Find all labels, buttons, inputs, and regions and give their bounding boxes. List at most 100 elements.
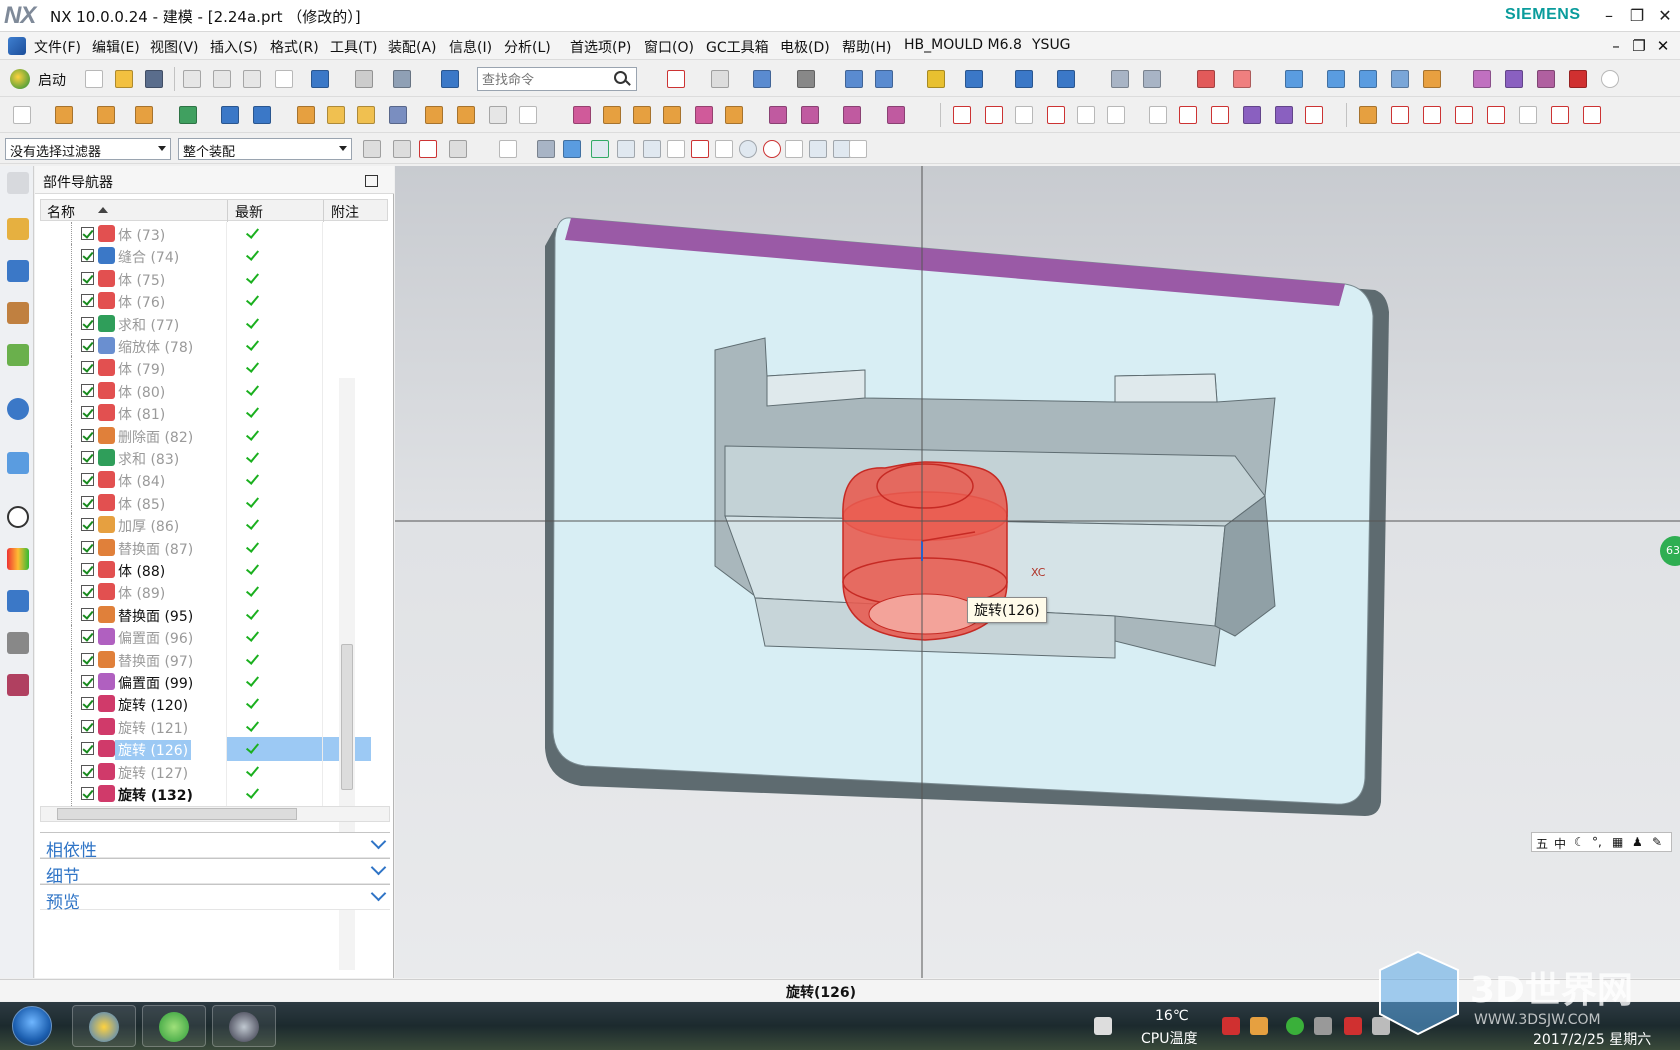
thicken-feature-icon[interactable] — [630, 103, 654, 127]
background-icon[interactable] — [794, 67, 818, 91]
tree-row[interactable]: 缝合 (74) — [40, 244, 371, 269]
line-icon[interactable] — [950, 103, 974, 127]
tree-row[interactable]: 体 (80) — [40, 378, 371, 403]
snap-enable-icon[interactable] — [588, 137, 612, 161]
revolve-feature-icon[interactable] — [94, 103, 118, 127]
mirror-icon[interactable] — [386, 103, 410, 127]
constraint-navigator-icon[interactable] — [7, 260, 29, 282]
minimize-button[interactable]: – — [1596, 4, 1622, 28]
tree-row[interactable]: 求和 (83) — [40, 446, 371, 470]
save-icon[interactable] — [142, 67, 166, 91]
assembly-navigator-icon[interactable] — [7, 218, 29, 240]
grid-surface-icon[interactable] — [1324, 67, 1348, 91]
visibility-checkbox[interactable] — [81, 316, 94, 330]
visibility-checkbox[interactable] — [81, 607, 94, 621]
snap-center-icon[interactable] — [736, 137, 760, 161]
ime-punctuation[interactable]: °, — [1592, 835, 1602, 849]
web-browser-icon[interactable] — [7, 398, 29, 420]
fit-view-icon[interactable] — [664, 67, 688, 91]
rectangle-select-icon[interactable] — [496, 137, 520, 161]
section-view-icon[interactable] — [842, 67, 866, 91]
red-cube-icon[interactable] — [1566, 67, 1590, 91]
split-icon[interactable] — [692, 103, 716, 127]
tree-row[interactable]: 体 (85) — [40, 490, 371, 515]
snap-control-icon[interactable] — [664, 137, 688, 161]
curvature-icon[interactable] — [1580, 103, 1604, 127]
snap-on-curve-icon[interactable] — [806, 137, 830, 161]
block-icon[interactable] — [422, 103, 446, 127]
filter-reset-icon[interactable] — [360, 137, 384, 161]
orient-view-icon[interactable] — [708, 67, 732, 91]
fillet-curve-icon[interactable] — [1484, 103, 1508, 127]
snap-perpendicular-icon[interactable] — [712, 137, 736, 161]
tree-row[interactable]: 旋转 (126) — [40, 737, 371, 762]
tree-row[interactable]: 体 (81) — [40, 401, 371, 426]
draft-icon[interactable] — [354, 103, 378, 127]
menu-insert[interactable]: 插入(S) — [210, 37, 258, 57]
transform-icon[interactable] — [1388, 67, 1412, 91]
curve-mesh-icon[interactable] — [1240, 103, 1264, 127]
doc-minimize-button[interactable]: – — [1605, 35, 1627, 57]
book-icon[interactable] — [218, 103, 242, 127]
command-search-input[interactable] — [477, 67, 637, 91]
visibility-checkbox[interactable] — [81, 518, 94, 532]
visibility-checkbox[interactable] — [81, 473, 94, 487]
curve-length-icon[interactable] — [1452, 103, 1476, 127]
open-folder-icon[interactable] — [112, 67, 136, 91]
column-comment[interactable]: 附注 — [331, 202, 359, 222]
tree-row[interactable]: 偏置面 (99) — [40, 670, 371, 694]
menu-assembly[interactable]: 装配(A) — [388, 37, 437, 57]
tree-row[interactable]: 体 (89) — [40, 580, 371, 605]
selection-filter-select[interactable]: 没有选择过滤器 — [5, 138, 171, 160]
tree-row[interactable]: 偏置面 (96) — [40, 625, 371, 650]
paste-icon[interactable] — [240, 67, 264, 91]
menu-gc-toolbox[interactable]: GC工具箱 — [706, 37, 769, 57]
snap-bounded-icon[interactable] — [846, 137, 870, 161]
visibility-checkbox[interactable] — [81, 764, 94, 778]
select-solid-icon[interactable] — [534, 137, 558, 161]
sphere-icon[interactable] — [516, 103, 540, 127]
tree-row[interactable]: 旋转 (121) — [40, 714, 371, 739]
visibility-checkbox[interactable] — [81, 361, 94, 375]
palette-icon[interactable] — [7, 548, 29, 570]
part-navigator-icon[interactable] — [7, 302, 29, 324]
mesh-surface-icon[interactable] — [1356, 67, 1380, 91]
visibility-checkbox[interactable] — [81, 451, 94, 464]
intersect-curve-icon[interactable] — [1272, 103, 1296, 127]
visibility-checkbox[interactable] — [81, 540, 94, 554]
menu-help[interactable]: 帮助(H) — [842, 37, 891, 57]
reuse-library-icon[interactable] — [7, 344, 29, 366]
dimension-icon[interactable] — [1012, 67, 1036, 91]
redo-icon[interactable] — [352, 67, 376, 91]
mold-block-icon[interactable] — [1108, 67, 1132, 91]
circle-icon[interactable] — [1598, 67, 1622, 91]
doc-restore-button[interactable]: ❐ — [1628, 35, 1650, 57]
delete-face-feature-icon[interactable] — [766, 103, 790, 127]
security-icon[interactable] — [1344, 1017, 1362, 1035]
visibility-checkbox[interactable] — [81, 249, 94, 263]
volume-icon[interactable] — [1222, 1017, 1240, 1035]
visibility-checkbox[interactable] — [81, 630, 94, 644]
patch-icon[interactable] — [722, 103, 746, 127]
section-details[interactable]: 细节 — [40, 858, 390, 887]
taskbar-nx-app[interactable] — [72, 1005, 136, 1047]
arc-icon[interactable] — [982, 103, 1006, 127]
text-icon[interactable] — [1074, 103, 1098, 127]
ime-settings[interactable]: ✎ — [1652, 835, 1662, 849]
replace-feature-icon[interactable] — [600, 103, 624, 127]
box-icon[interactable] — [1502, 67, 1526, 91]
network-icon[interactable] — [1314, 1017, 1332, 1035]
shell-icon[interactable] — [250, 103, 274, 127]
bridge-curve-icon[interactable] — [1176, 103, 1200, 127]
system-materials-icon[interactable] — [7, 674, 29, 696]
add-tray-icon[interactable] — [1286, 1017, 1304, 1035]
undo-icon[interactable] — [308, 67, 332, 91]
windows-start-icon[interactable] — [12, 1006, 52, 1046]
datum-plane-icon[interactable] — [132, 103, 156, 127]
tree-row[interactable]: 替换面 (87) — [40, 535, 371, 560]
electrode-icon[interactable] — [1194, 67, 1218, 91]
sketch-icon[interactable] — [10, 103, 34, 127]
ime-tray-icon[interactable] — [1094, 1017, 1112, 1035]
snap-midpoint-icon[interactable] — [640, 137, 664, 161]
blend-icon[interactable] — [294, 103, 318, 127]
